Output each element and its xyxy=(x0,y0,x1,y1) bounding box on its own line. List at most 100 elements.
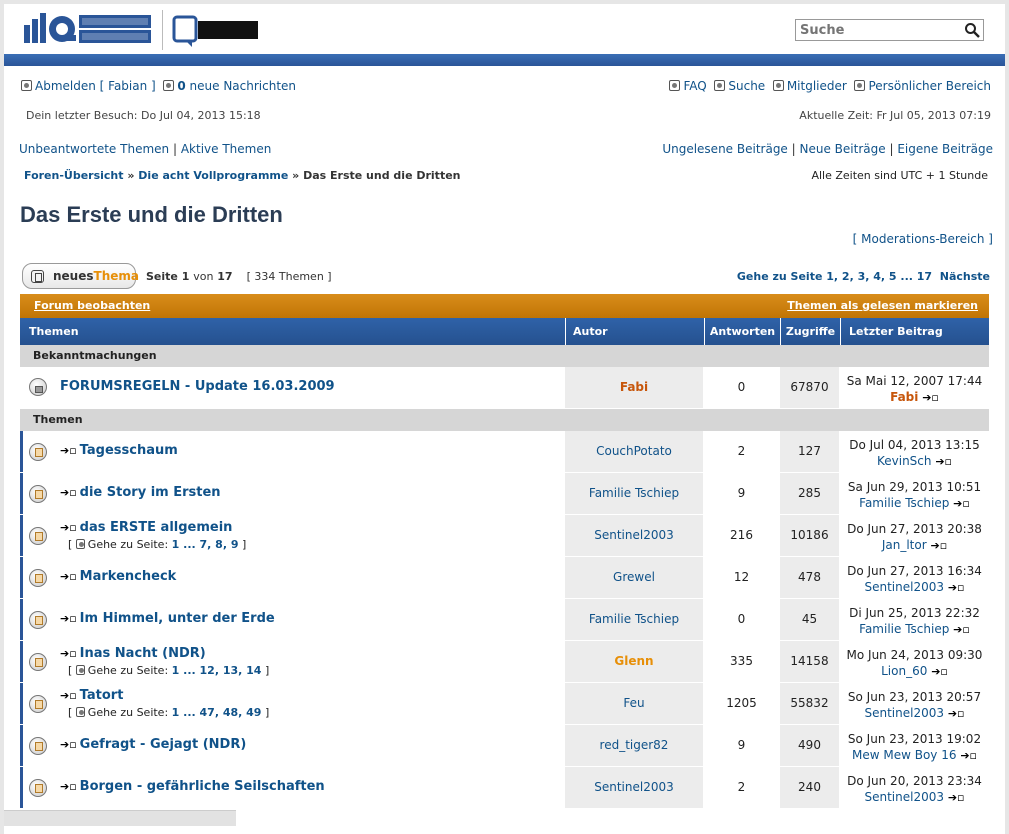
topic-title[interactable]: Inas Nacht (NDR) xyxy=(80,646,206,661)
moderation-link[interactable]: [ Moderations-Bereich ] xyxy=(853,232,993,246)
section-topics: Themen xyxy=(20,409,989,431)
last-post-author[interactable]: KevinSch xyxy=(877,454,932,468)
goto-last-post-icon[interactable]: ➔▫ xyxy=(948,791,965,804)
goto-bracket: ] xyxy=(264,706,270,719)
replies-cell: 0 xyxy=(737,612,746,626)
topic-title[interactable]: Tagesschaum xyxy=(80,443,178,458)
active-link[interactable]: Aktive Themen xyxy=(181,142,272,156)
last-post-author[interactable]: Familie Tschiep xyxy=(859,496,949,510)
page-links[interactable]: 1, 2, 3, 4, 5 ... 17 xyxy=(826,270,932,283)
unread-link[interactable]: Ungelesene Beiträge xyxy=(662,142,787,156)
table-row: ➔▫ die Story im Ersten Familie Tschiep 9 285… xyxy=(20,473,989,515)
topic-title[interactable]: Im Himmel, unter der Erde xyxy=(80,611,275,626)
goto-last-post-icon[interactable]: ➔▫ xyxy=(931,665,948,678)
last-post-author[interactable]: Sentinel2003 xyxy=(864,790,944,804)
new-post-icon[interactable]: ➔▫ xyxy=(60,738,77,751)
mark-read-link[interactable]: Themen als gelesen markieren xyxy=(787,299,978,312)
userbar-right: FAQ Suche Mitglieder Persönlicher Bereic… xyxy=(669,79,991,93)
goto-last-post-icon[interactable]: ➔▫ xyxy=(935,455,952,468)
topic-page-links[interactable]: 1 ... 47, 48, 49 xyxy=(172,706,262,719)
new-posts-link[interactable]: Neue Beiträge xyxy=(800,142,886,156)
author-link[interactable]: Sentinel2003 xyxy=(594,780,674,794)
last-post-author[interactable]: Lion_60 xyxy=(881,664,927,678)
unanswered-link[interactable]: Unbeantwortete Themen xyxy=(19,142,169,156)
author-link[interactable]: CouchPotato xyxy=(596,444,672,458)
author-link[interactable]: Fabi xyxy=(620,380,648,394)
new-post-icon[interactable]: ➔▫ xyxy=(60,689,77,702)
topic-title[interactable]: Borgen - gefährliche Seilschaften xyxy=(80,779,325,794)
goto-last-post-icon[interactable]: ➔▫ xyxy=(960,749,977,762)
new-post-icon[interactable]: ➔▫ xyxy=(60,780,77,793)
topic-title[interactable]: Tatort xyxy=(80,688,124,703)
faq-link[interactable]: FAQ xyxy=(683,79,706,93)
search-icon[interactable] xyxy=(964,22,980,38)
breadcrumb-forum[interactable]: Die acht Vollprogramme xyxy=(138,169,288,182)
views-cell: 55832 xyxy=(780,683,839,724)
goto-last-post-icon[interactable]: ➔▫ xyxy=(953,497,970,510)
new-post-icon[interactable]: ➔▫ xyxy=(60,521,77,534)
topic-title-wrap: ➔▫ Im Himmel, unter der Erde xyxy=(60,611,275,626)
topic-title[interactable]: Gefragt - Gejagt (NDR) xyxy=(80,737,247,752)
goto-page-label[interactable]: Gehe zu Seite xyxy=(737,270,823,283)
horizontal-scrollbar[interactable] xyxy=(4,810,236,826)
last-post-cell: Sa Mai 12, 2007 17:44 Fabi ➔▫ xyxy=(840,367,989,408)
quotenmeter-logo[interactable] xyxy=(24,13,154,49)
new-topic-label-2: Thema xyxy=(93,269,139,283)
search-input[interactable] xyxy=(796,20,956,40)
page-current: 1 xyxy=(181,270,190,283)
topic-read-icon xyxy=(29,569,47,587)
breadcrumb-sep: » xyxy=(292,169,300,182)
goto-last-post-icon[interactable]: ➔▫ xyxy=(948,707,965,720)
topic-title[interactable]: das ERSTE allgemein xyxy=(80,520,233,535)
last-post-cell: Di Jun 25, 2013 22:32 Familie Tschiep ➔▫ xyxy=(840,599,989,640)
topic-page-links[interactable]: 1 ... 7, 8, 9 xyxy=(172,538,239,551)
new-post-icon[interactable]: ➔▫ xyxy=(60,612,77,625)
goto-last-post-icon[interactable]: ➔▫ xyxy=(922,391,939,404)
author-link[interactable]: Glenn xyxy=(614,654,653,668)
breadcrumb-index[interactable]: Foren-Übersicht xyxy=(24,169,124,182)
author-link[interactable]: Grewel xyxy=(613,570,655,584)
views-cell: 127 xyxy=(780,431,839,472)
last-post-author[interactable]: Sentinel2003 xyxy=(864,580,944,594)
talk-logo[interactable] xyxy=(172,13,262,49)
members-link[interactable]: Mitglieder xyxy=(787,79,847,93)
author-link[interactable]: red_tiger82 xyxy=(600,738,669,752)
replies-cell: 2 xyxy=(737,780,746,794)
new-post-icon[interactable]: ➔▫ xyxy=(60,570,77,583)
new-topic-button[interactable]: neuesThema xyxy=(22,263,139,289)
last-post-author[interactable]: Fabi xyxy=(890,390,918,404)
own-posts-link[interactable]: Eigene Beiträge xyxy=(897,142,993,156)
author-link[interactable]: Familie Tschiep xyxy=(589,486,679,500)
page-of: von xyxy=(193,270,214,283)
author-link[interactable]: Sentinel2003 xyxy=(594,528,674,542)
author-link[interactable]: Familie Tschiep xyxy=(589,612,679,626)
last-post-author[interactable]: Familie Tschiep xyxy=(859,622,949,636)
next-page-link[interactable]: Nächste xyxy=(940,270,990,283)
topic-title[interactable]: Markencheck xyxy=(80,569,177,584)
last-post-author[interactable]: Mew Mew Boy 16 xyxy=(852,748,957,762)
topic-title[interactable]: FORUMSREGELN - Update 16.03.2009 xyxy=(60,379,335,394)
goto-last-post-icon[interactable]: ➔▫ xyxy=(948,581,965,594)
quicklink-sep: | xyxy=(889,142,894,156)
last-post-author[interactable]: Sentinel2003 xyxy=(864,706,944,720)
new-post-icon[interactable]: ➔▫ xyxy=(60,647,77,660)
members-icon xyxy=(772,80,784,91)
page-title: Das Erste und die Dritten xyxy=(20,202,283,227)
messages-link[interactable]: 0 neue Nachrichten xyxy=(177,79,296,93)
new-post-icon[interactable]: ➔▫ xyxy=(60,444,77,457)
logout-link[interactable]: Abmelden [ Fabian ] xyxy=(35,79,156,93)
search-link[interactable]: Suche xyxy=(728,79,765,93)
watch-forum-link[interactable]: Forum beobachten xyxy=(34,299,150,312)
topic-title[interactable]: die Story im Ersten xyxy=(80,485,221,500)
topic-title-wrap: ➔▫ Tagesschaum xyxy=(60,443,178,458)
topic-pages: [ Gehe zu Seite: 1 ... 47, 48, 49 ] xyxy=(68,706,269,719)
goto-last-post-icon[interactable]: ➔▫ xyxy=(953,623,970,636)
ucp-link[interactable]: Persönlicher Bereich xyxy=(868,79,991,93)
author-link[interactable]: Feu xyxy=(623,696,644,710)
last-post-author[interactable]: Jan_ltor xyxy=(882,538,927,552)
author-cell: Fabi xyxy=(565,367,703,408)
topic-page-links[interactable]: 1 ... 12, 13, 14 xyxy=(172,664,262,677)
new-post-icon[interactable]: ➔▫ xyxy=(60,486,77,499)
goto-last-post-icon[interactable]: ➔▫ xyxy=(930,539,947,552)
header-blue-bar xyxy=(4,54,1005,66)
